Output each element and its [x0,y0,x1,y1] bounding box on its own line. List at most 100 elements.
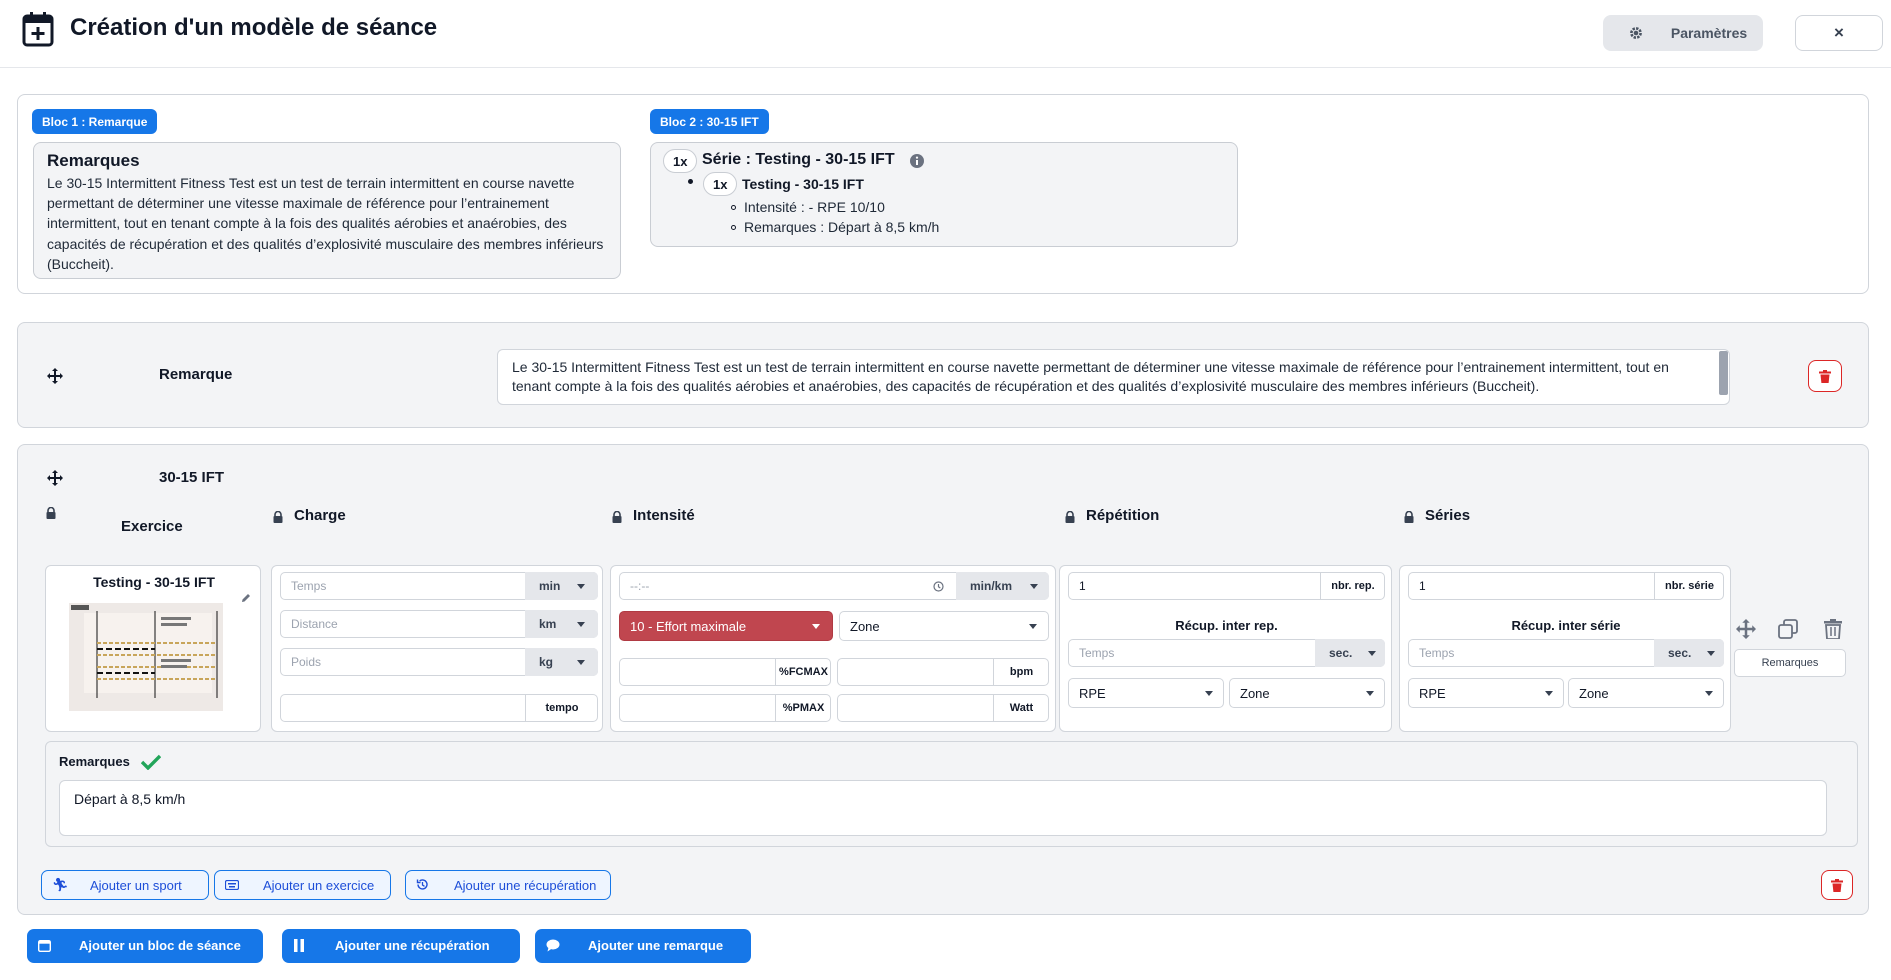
trash-icon [1819,369,1831,383]
bloc1-text: Le 30-15 Intermittent Fitness Test est u… [47,175,604,272]
exercise-remarks-textarea[interactable]: Départ à 8,5 km/h [59,780,1827,836]
series-panel: 1 nbr. série Récup. inter série Temps se… [1399,565,1731,732]
trash-icon[interactable] [1824,619,1842,639]
charge-time-unit-select[interactable]: min [525,572,598,600]
lock-icon[interactable] [1404,511,1414,523]
bloc1-tag[interactable]: Bloc 1 : Remarque [32,109,158,134]
delete-exercise-block-button[interactable] [1821,870,1853,900]
drag-handle-icon[interactable] [47,470,63,486]
caret-down-icon [1029,624,1037,629]
drag-handle-icon[interactable] [47,368,63,384]
calendar-plus-icon [22,12,54,47]
remarks-button[interactable]: Remarques [1734,649,1846,677]
add-recovery-button[interactable]: Ajouter une récupération [405,870,611,900]
settings-button[interactable]: Paramètres [1603,15,1763,51]
series-unit: nbr. série [1654,572,1724,600]
add-session-block-button[interactable]: Ajouter un bloc de séance [27,929,263,963]
add-recovery-block-label: Ajouter une récupération [335,938,490,953]
close-icon: × [1834,23,1844,42]
comment-icon [546,939,560,952]
lock-icon[interactable] [612,511,622,523]
charge-weight-unit-select[interactable]: kg [525,648,598,676]
pencil-icon[interactable] [241,593,251,603]
column-exercise: Exercice [121,518,183,535]
remark-textarea[interactable]: Le 30-15 Intermittent Fitness Test est u… [497,349,1730,405]
trash-icon [1831,878,1843,892]
add-exercise-label: Ajouter un exercice [263,878,375,893]
caret-down-icon [1205,691,1213,696]
intensity-zone-select[interactable]: Zone [839,611,1049,641]
detail-remarks: Remarques : Départ à 8,5 km/h [744,219,940,235]
item-count-badge: 1x [703,172,738,196]
column-intensity: Intensité [633,507,695,524]
charge-distance-unit-select[interactable]: km [525,610,598,638]
repetition-unit: nbr. rep. [1320,572,1385,600]
recup-serie-zone-select[interactable]: Zone [1568,678,1724,708]
column-repetition: Répétition [1086,507,1160,524]
add-remark-block-button[interactable]: Ajouter une remarque [535,929,751,963]
bloc1-card[interactable]: Remarques Le 30-15 Intermittent Fitness … [33,142,621,279]
bpm-unit: bpm [993,658,1049,686]
item-title: Testing - 30-15 IFT [742,176,864,192]
exercise-block-name: 30-15 IFT [159,469,225,486]
recup-rep-rpe-select[interactable]: RPE [1068,678,1224,708]
lock-icon[interactable] [273,511,283,523]
add-recovery-block-button[interactable]: Ajouter une récupération [282,929,520,963]
rpe-value: RPE [1079,685,1106,701]
sub-bullet [731,205,736,210]
lock-icon[interactable] [1065,511,1075,523]
exercise-diagram-image [69,603,223,711]
caret-down-icon [577,622,585,627]
caret-down-icon [1545,691,1553,696]
close-button[interactable]: × [1795,15,1883,51]
repetition-panel: 1 nbr. rep. Récup. inter rep. Temps sec.… [1059,565,1392,732]
add-remark-block-label: Ajouter une remarque [588,938,724,953]
zone-value: Zone [1240,685,1270,701]
recup-rep-zone-select[interactable]: Zone [1229,678,1385,708]
textarea-scrollbar[interactable] [1719,351,1728,395]
unit-label: sec. [1329,646,1353,660]
caret-down-icon [1707,651,1715,656]
recup-serie-rpe-select[interactable]: RPE [1408,678,1564,708]
exercise-card[interactable]: Testing - 30-15 IFT [45,565,261,732]
recup-inter-rep-title: Récup. inter rep. [1175,618,1278,633]
detail-intensity: Intensité : - RPE 10/10 [744,199,885,215]
window-icon [38,940,51,952]
checkmark-icon [141,754,161,770]
remark-block-label: Remarque [159,366,233,383]
rpe-value: RPE [1419,685,1446,701]
bloc2-card[interactable]: 1x Série : Testing - 30-15 IFT 1x Testin… [650,142,1238,247]
sub-bullet [731,225,736,230]
caret-down-icon [577,660,585,665]
bloc2-tag[interactable]: Bloc 2 : 30-15 IFT [650,109,769,134]
bullet-dot [688,179,693,184]
exercise-card-title: Testing - 30-15 IFT [93,574,215,590]
effort-value: 10 - Effort maximale [630,618,747,634]
clock-icon[interactable] [933,581,944,592]
move-icon[interactable] [1736,619,1756,639]
tempo-label: tempo [525,694,598,722]
caret-down-icon [1030,584,1038,589]
zone-value: Zone [850,618,880,634]
watt-unit: Watt [993,694,1049,722]
pmax-unit: %PMAX [775,694,831,722]
effort-select[interactable]: 10 - Effort maximale [619,611,833,641]
zone-value: Zone [1579,685,1609,701]
column-charge: Charge [294,507,346,524]
delete-remark-block-button[interactable] [1808,360,1842,392]
add-exercise-button[interactable]: Ajouter un exercice [214,870,391,900]
settings-button-label: Paramètres [1670,25,1748,41]
copy-icon[interactable] [1778,619,1798,639]
unit-label: sec. [1668,646,1692,660]
unit-label: kg [539,655,554,669]
add-recovery-label: Ajouter une récupération [454,878,597,893]
serie-count-badge: 1x [663,149,698,173]
exercise-remarks-panel: Remarques Départ à 8,5 km/h [45,741,1858,847]
fcmax-unit: %FCMAX [775,658,831,686]
header-bar: Création d'un modèle de séance Paramètre… [0,0,1891,68]
lock-icon[interactable] [46,507,56,519]
page-title: Création d'un modèle de séance [70,14,438,41]
info-icon[interactable] [909,153,925,169]
caret-down-icon [1705,691,1713,696]
add-sport-button[interactable]: 🏃︎ Ajouter un sport [41,870,209,900]
